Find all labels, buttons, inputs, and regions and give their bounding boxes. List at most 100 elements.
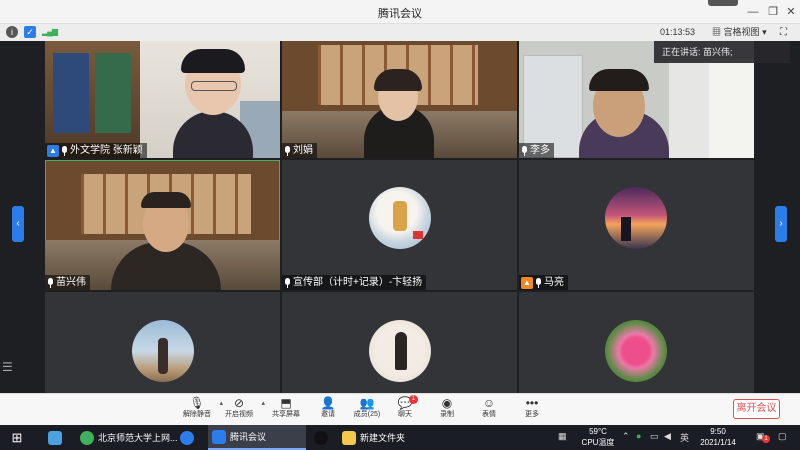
folder-tab-label: 新建文件夹 [360,433,406,443]
window-title: 腾讯会议 [378,8,422,20]
minimize-icon[interactable]: — [744,3,762,21]
video-tile[interactable] [282,292,517,393]
os-taskbar: ⊞ 北京师范大学上网... 腾讯会议 新建文件夹 59°C CPU温度 ▦ ⌃ … [0,425,800,450]
meeting-toolbar: 🎙 解除静音 ▴ ⊘ 开启视频 ▴ ⬒ 共享屏幕 👤 邀请 👥 成员(25) 💬… [0,393,800,425]
video-tile[interactable] [519,292,754,393]
chat-button[interactable]: 💬 1 聊天 [385,395,425,420]
share-screen-label: 共享屏幕 [272,411,300,418]
shield-icon[interactable]: ✓ [24,26,36,38]
app-icon [180,430,194,445]
temp-label: CPU温度 [581,438,615,447]
clock-time: 9:50 [710,427,726,436]
taskbar-browser[interactable]: 北京师范大学上网... [80,425,178,450]
speaker-icon[interactable]: ◀ [664,431,671,442]
unmute-button[interactable]: 🎙 解除静音 ▴ [177,396,223,420]
chevron-up-icon[interactable]: ▴ [261,399,265,407]
wechat-icon[interactable]: ● [636,431,641,441]
video-tile[interactable]: ▲ 外文学院 张新颖 [45,41,280,158]
prev-page-icon[interactable]: ‹ [12,206,24,242]
taskbar-meeting[interactable]: 腾讯会议 [208,425,306,450]
chat-badge: 1 [409,395,418,404]
mic-muted-icon: 🎙 [189,396,205,410]
invite-button[interactable]: 👤 邀请 [308,396,348,420]
participant-name: 外文学院 张新颖 [70,145,143,156]
notification-badge: 1 [762,435,770,443]
tencent-meeting-icon [212,429,226,444]
mic-icon [61,145,68,156]
mic-icon [521,145,528,156]
meeting-tab-label: 腾讯会议 [230,432,267,442]
emoji-button[interactable]: ☺ 表情 [469,396,509,420]
share-screen-icon: ⬒ [280,396,292,410]
meeting-app: 腾讯会议 — ❐ ✕ i ✓ ▂▄▆ 01:13:53 ▦ 宫格视图 ▾ ⛶ ▲… [0,0,800,450]
unmute-label: 解除静音 [183,411,211,418]
info-icon[interactable]: i [6,26,18,38]
view-label: 宫格视图 [723,27,760,37]
members-button[interactable]: 👥 成员(25) [347,396,387,420]
participant-name: 马亮 [544,277,564,288]
start-video-label: 开启视频 [225,411,253,418]
taskbar-app[interactable] [314,425,332,450]
clock-date: 2021/1/14 [700,438,736,447]
record-icon: ◉ [441,396,453,410]
participant-label: ▲ 外文学院 张新颖 [45,143,147,158]
record-label: 录制 [440,411,454,418]
participant-avatar [605,187,667,249]
host-icon: ▲ [47,144,59,157]
more-icon: ••• [525,396,539,410]
participant-name: 苗兴伟 [56,277,86,288]
browser-icon [80,430,94,445]
next-page-icon[interactable]: › [775,206,787,242]
video-tile[interactable] [45,292,280,393]
taskbar-app[interactable] [180,425,198,450]
participant-avatar [132,320,194,382]
video-tile[interactable]: 刘娟 [282,41,517,158]
view-switch-button[interactable]: ▦ 宫格视图 ▾ [712,26,767,39]
notification-icon[interactable]: ▢ [778,431,787,442]
signal-icon[interactable]: ▂▄▆ [42,27,58,36]
cpu-temp[interactable]: 59°C CPU温度 [578,426,618,448]
invite-icon: 👤 [320,396,336,410]
taskbar-clock[interactable]: 9:50 2021/1/14 [694,426,742,448]
participant-name: 宣传部（计时+记录）-卞轻扬 [293,277,423,288]
members-label: 成员(25) [353,411,381,418]
grid-icon[interactable]: ▦ [558,431,567,442]
participant-name: 李多 [530,145,550,156]
members-icon: 👥 [359,396,375,410]
share-screen-button[interactable]: ⬒ 共享屏幕 [266,396,306,420]
chevron-up-icon[interactable]: ⌃ [622,431,630,442]
list-icon[interactable]: ☰ [2,360,16,374]
participant-name: 刘娟 [293,145,313,156]
fullscreen-icon[interactable]: ⛶ [780,26,787,39]
start-video-button[interactable]: ⊘ 开启视频 ▴ [219,396,265,420]
mic-icon [284,277,291,288]
taskbar-folder[interactable]: 新建文件夹 [342,425,442,450]
video-tile[interactable]: 苗兴伟 [45,160,280,290]
restore-icon[interactable]: ❐ [764,3,782,21]
chat-icon: 💬 [397,396,413,410]
close-icon[interactable]: ✕ [782,3,800,21]
participant-avatar [369,187,431,249]
mic-icon [535,277,542,288]
temp-value: 59°C [589,427,607,436]
video-off-icon: ⊘ [233,396,245,410]
browser-tab-label: 北京师范大学上网... [98,433,178,443]
ime-indicator[interactable]: 英 [680,431,689,444]
chat-label: 聊天 [398,411,412,418]
more-button[interactable]: ••• 更多 [512,396,552,420]
leave-meeting-button[interactable]: 离开会议 [733,399,780,419]
video-tile[interactable]: 宣传部（计时+记录）-卞轻扬 [282,160,517,290]
meeting-timer: 01:13:53 [660,27,696,37]
windows-start-icon[interactable]: ⊞ [8,425,26,450]
info-bar: i ✓ ▂▄▆ 01:13:53 ▦ 宫格视图 ▾ ⛶ [0,24,800,41]
grid-icon: ▦ [712,27,722,37]
video-tile[interactable]: ▲ 马亮 [519,160,754,290]
taskbar-app[interactable] [48,425,66,450]
record-button[interactable]: ◉ 录制 [427,396,467,420]
participant-label: ▲ 马亮 [519,275,568,290]
participant-label: 刘娟 [282,143,317,158]
network-icon[interactable]: ▭ [650,431,659,442]
speaking-indicator: 正在讲话: 苗兴伟; [654,41,790,63]
participant-label: 李多 [519,143,554,158]
title-bar: 腾讯会议 — ❐ ✕ [0,0,800,24]
